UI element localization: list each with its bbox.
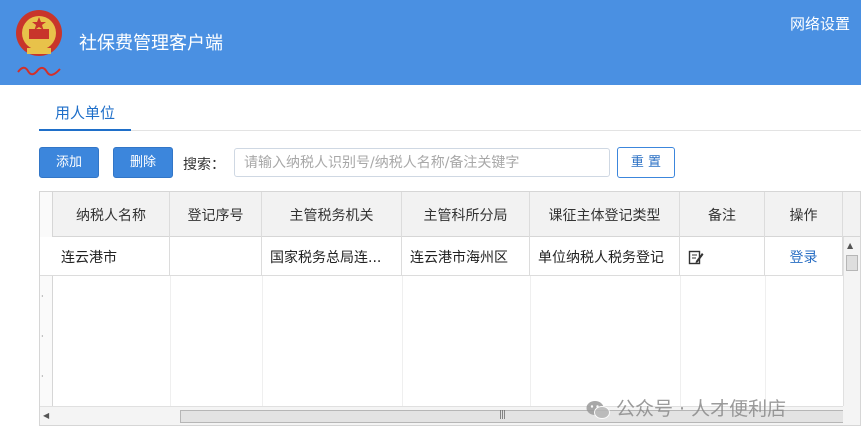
cell-reg-no [170,237,262,276]
column-divider [170,276,171,406]
reset-button[interactable]: 重 置 [617,147,675,178]
scroll-up-arrow-icon[interactable]: ▲ [847,241,853,250]
watermark: 公众号 · 人才便利店 [586,394,786,421]
column-divider [530,276,531,406]
vertical-scrollbar[interactable]: ▲ [843,237,860,407]
scroll-grip-icon: ||| [499,410,506,420]
tab-bar-divider [39,130,861,131]
column-header-reg-no[interactable]: 登记序号 [170,192,262,237]
cell-action: 登录 [765,237,843,276]
column-divider [262,276,263,406]
column-header-reg-type[interactable]: 课征主体登记类型 [530,192,680,237]
search-label: 搜索： [183,157,225,173]
login-link[interactable]: 登录 [790,247,818,267]
network-settings-link[interactable]: 网络设置 [790,13,850,34]
delete-button[interactable]: 删除 [113,147,173,178]
edit-note-icon[interactable] [688,249,704,265]
column-header-branch[interactable]: 主管科所分局 [402,192,530,237]
vertical-scroll-thumb[interactable] [846,255,858,271]
column-divider [765,276,766,406]
app-header: 社保费管理客户端 网络设置 [0,0,861,85]
column-divider [680,276,681,406]
cell-tax-authority: 国家税务总局连... [262,237,402,276]
column-header-remark[interactable]: 备注 [680,192,765,237]
column-header-taxpayer-name[interactable]: 纳税人名称 [53,192,170,237]
scroll-left-arrow-icon[interactable]: ◀ [43,411,49,420]
tax-logo-text-icon [17,66,61,76]
table-row[interactable]: 连云港市 国家税务总局连... 连云港市海州区 单位纳税人税务登记 登录 [40,237,843,276]
cell-branch: 连云港市海州区 [402,237,530,276]
column-header-action[interactable]: 操作 [765,192,843,237]
search-input[interactable] [234,148,610,177]
row-marker: · [41,332,44,341]
cell-taxpayer-name: 连云港市 [53,237,170,276]
row-indicator-column: · · · · [40,192,53,425]
add-button[interactable]: 添加 [39,147,99,178]
national-emblem-icon [16,10,62,56]
cell-remark [680,237,765,276]
column-header-tax-authority[interactable]: 主管税务机关 [262,192,402,237]
app-title: 社保费管理客户端 [79,33,223,54]
table-header: 纳税人名称 登记序号 主管税务机关 主管科所分局 课征主体登记类型 备注 操作 [40,192,860,237]
cell-reg-type: 单位纳税人税务登记 [530,237,680,276]
scrollbar-corner [843,406,860,425]
row-marker: · [41,292,44,301]
row-marker: · [41,372,44,381]
taxpayer-table: 纳税人名称 登记序号 主管税务机关 主管科所分局 课征主体登记类型 备注 操作 … [39,191,861,426]
wechat-icon [586,400,610,419]
watermark-text: 公众号 · 人才便利店 [616,398,787,420]
tab-employer[interactable]: 用人单位 [39,102,131,131]
column-divider [402,276,403,406]
